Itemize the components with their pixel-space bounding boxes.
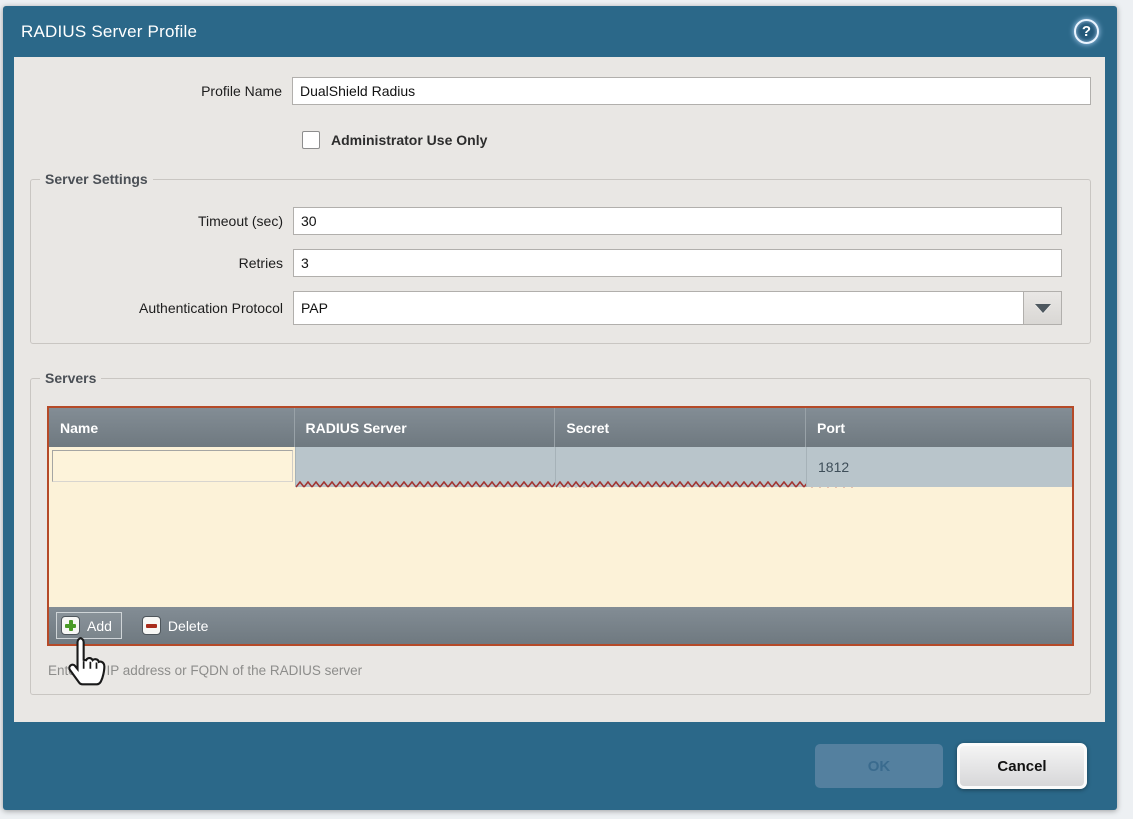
auth-protocol-row: Authentication Protocol xyxy=(31,291,1076,325)
auth-protocol-label: Authentication Protocol xyxy=(31,300,293,316)
auth-protocol-input[interactable] xyxy=(293,291,1023,325)
dialog-title: RADIUS Server Profile xyxy=(21,22,197,42)
column-header-secret[interactable]: Secret xyxy=(555,408,806,447)
auth-protocol-combo xyxy=(293,291,1062,325)
dialog-footer: OK Cancel xyxy=(3,722,1117,810)
retries-row: Retries xyxy=(31,249,1076,277)
admin-use-only-label: Administrator Use Only xyxy=(331,132,487,148)
server-name-input[interactable] xyxy=(52,450,293,482)
delete-button[interactable]: Delete xyxy=(138,613,217,638)
retries-label: Retries xyxy=(31,255,293,271)
servers-fieldset: Servers Name RADIUS Server Secret Port xyxy=(30,370,1091,695)
table-empty-area xyxy=(49,487,1072,607)
servers-table-toolbar: Add Delete xyxy=(49,607,1072,644)
add-plus-icon xyxy=(61,616,80,635)
servers-table-header: Name RADIUS Server Secret Port xyxy=(49,408,1072,447)
servers-table: Name RADIUS Server Secret Port xyxy=(47,406,1074,646)
help-icon[interactable]: ? xyxy=(1074,19,1099,44)
timeout-input[interactable] xyxy=(293,207,1062,235)
timeout-row: Timeout (sec) xyxy=(31,207,1076,235)
profile-name-input[interactable] xyxy=(292,77,1091,105)
cancel-button[interactable]: Cancel xyxy=(957,743,1087,789)
add-button-label: Add xyxy=(87,618,112,634)
validation-squiggle-icon xyxy=(296,481,596,488)
dialog-content: Profile Name Administrator Use Only Serv… xyxy=(14,57,1105,722)
column-header-port[interactable]: Port xyxy=(806,408,1072,447)
chevron-down-icon xyxy=(1035,304,1051,313)
add-button[interactable]: Add xyxy=(56,612,122,639)
profile-name-label: Profile Name xyxy=(14,83,292,99)
radius-server-cell-invalid[interactable] xyxy=(295,447,556,487)
servers-legend: Servers xyxy=(40,370,101,386)
server-settings-legend: Server Settings xyxy=(40,171,153,187)
column-header-radius-server[interactable]: RADIUS Server xyxy=(295,408,556,447)
port-cell[interactable]: 1812 xyxy=(806,447,1072,487)
profile-name-row: Profile Name xyxy=(14,77,1091,105)
retries-input[interactable] xyxy=(293,249,1062,277)
auth-protocol-dropdown-button[interactable] xyxy=(1023,291,1062,325)
table-row: 1812 xyxy=(49,447,1072,487)
helper-text: Enter the IP address or FQDN of the RADI… xyxy=(48,663,1090,678)
timeout-label: Timeout (sec) xyxy=(31,213,293,229)
admin-use-only-checkbox[interactable] xyxy=(302,131,320,149)
server-settings-fieldset: Server Settings Timeout (sec) Retries Au… xyxy=(30,171,1091,344)
admin-use-only-row: Administrator Use Only xyxy=(302,131,1105,149)
server-name-cell xyxy=(49,447,295,487)
column-header-name[interactable]: Name xyxy=(49,408,295,447)
dialog-titlebar: RADIUS Server Profile ? xyxy=(3,6,1117,57)
secret-cell-invalid[interactable] xyxy=(555,447,806,487)
delete-button-label: Delete xyxy=(168,618,208,634)
radius-server-profile-dialog: RADIUS Server Profile ? Profile Name Adm… xyxy=(3,6,1117,810)
ok-button[interactable]: OK xyxy=(815,744,943,788)
delete-minus-icon xyxy=(142,616,161,635)
